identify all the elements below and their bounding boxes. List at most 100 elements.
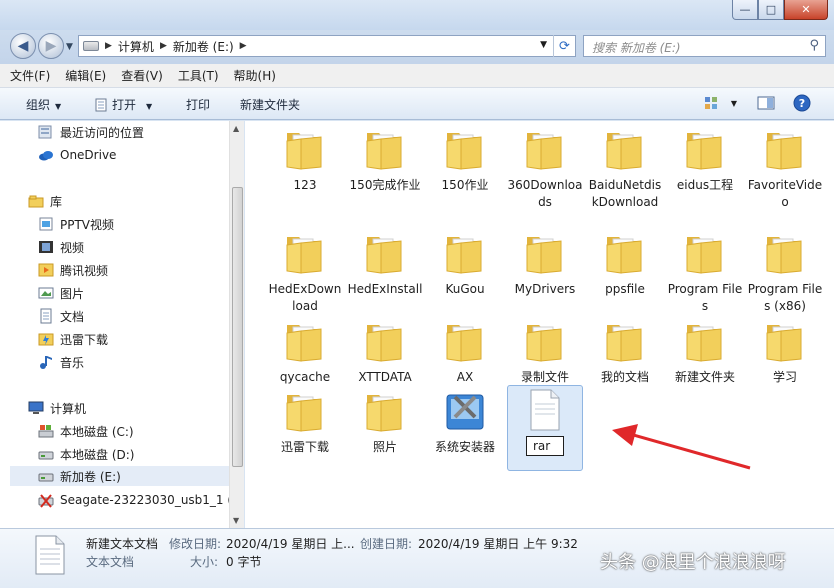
rename-input[interactable]: rar [526,436,564,456]
nav-item-libraries[interactable]: 库 [28,191,62,211]
menu-help[interactable]: 帮助(H) [234,67,276,84]
folder-item[interactable]: Program Files [667,229,743,315]
chevron-right-icon[interactable]: ▶ [240,41,247,51]
folder-item[interactable]: qycache [267,317,343,386]
folder-item[interactable]: 150作业 [427,125,503,194]
folder-item[interactable]: HedExDownload [267,229,343,315]
computer-icon [28,401,44,414]
folder-item[interactable]: 150完成作业 [347,125,423,194]
nav-item-recent-places[interactable]: 最近访问的位置 [38,122,144,142]
folder-item[interactable]: HedExInstall [347,229,423,298]
change-view-button[interactable] [702,94,722,112]
maximize-button[interactable]: □ [758,0,784,20]
chevron-right-icon[interactable]: ▶ [105,41,112,51]
folder-item[interactable]: 123 [267,125,343,194]
menu-tools[interactable]: 工具(T) [178,67,219,84]
folder-item[interactable]: 我的文档 [587,317,663,386]
scroll-up-icon[interactable]: ▲ [233,124,239,133]
nav-item-pictures[interactable]: 图片 [38,283,84,303]
close-button[interactable]: ✕ [784,0,828,20]
nav-item-pptv[interactable]: PPTV视频 [38,214,114,234]
system-drive-icon [38,425,54,438]
nav-item-drive-c[interactable]: 本地磁盘 (C:) [38,421,134,441]
menu-view[interactable]: 查看(V) [121,67,163,84]
folder-item[interactable]: 新建文件夹 [667,317,743,386]
folder-item[interactable]: Program Files (x86) [747,229,823,315]
folder-item[interactable]: 录制文件 [507,317,583,386]
nav-item-onedrive[interactable]: OneDrive [38,145,116,165]
folder-icon [521,125,569,173]
folder-icon [601,229,649,277]
print-button[interactable]: 打印 [186,96,210,113]
text-document-icon [35,535,65,575]
nav-item-thunder-downloads[interactable]: 迅雷下载 [38,329,108,349]
folder-item[interactable]: AX [427,317,503,386]
nav-item-drive-d[interactable]: 本地磁盘 (D:) [38,444,134,464]
folder-item[interactable]: 学习 [747,317,823,386]
details-created-value: 2020/4/19 星期日 上午 9:32 [418,537,578,551]
menu-edit[interactable]: 编辑(E) [65,67,106,84]
folder-item[interactable]: KuGou [427,229,503,298]
folder-icon [441,125,489,173]
folder-item[interactable]: 360Downloads [507,125,583,211]
recent-pages-dropdown[interactable]: ▼ [66,42,73,52]
refresh-icon: ⟳ [559,38,570,54]
address-bar[interactable]: ▶ 计算机 ▶ 新加卷 (E:) ▶ ▼ [78,35,576,57]
search-placeholder: 搜索 新加卷 (E:) [592,41,681,55]
refresh-button[interactable]: ⟳ [553,35,575,57]
folder-item[interactable]: BaiduNetdiskDownload [587,125,663,211]
command-bar: 组织 ▼ 打开 ▼ 打印 新建文件夹 ▼ ? [0,88,834,120]
nav-item-videos[interactable]: 视频 [38,237,84,257]
organize-button[interactable]: 组织 ▼ [26,96,61,113]
breadcrumb-drive-e[interactable]: 新加卷 (E:) [173,38,234,55]
breadcrumb-computer[interactable]: 计算机 [118,38,154,55]
navigation-pane: 最近访问的位置 OneDrive 库 PPTV视频 视频 腾讯视频 图片 文档 … [0,121,244,528]
text-file-item[interactable]: rar [507,385,583,471]
folder-icon [361,387,409,435]
file-name-label: BaiduNetdiskDownload [588,178,662,209]
file-name-label: 学习 [772,370,797,384]
search-icon[interactable]: ⚲ [809,38,819,53]
details-modified-label: 修改日期: [169,537,222,551]
nav-item-music[interactable]: 音乐 [38,352,84,372]
nav-item-seagate-network[interactable]: Seagate-23223030_usb1_1 (\\ [38,490,240,510]
menu-file[interactable]: 文件(F) [10,67,50,84]
folder-item[interactable]: eidus工程 [667,125,743,194]
nav-item-label: 计算机 [50,401,87,416]
nav-scrollbar[interactable]: ▲ ▼ [229,121,244,528]
nav-item-documents[interactable]: 文档 [38,306,84,326]
file-name-label: eidus工程 [676,178,734,192]
folder-item[interactable]: 照片 [347,387,423,456]
scrollbar-thumb[interactable] [232,187,243,467]
file-name-label: HedExDownload [268,282,342,313]
folder-icon [521,317,569,365]
scroll-down-icon[interactable]: ▼ [233,516,239,525]
minimize-button[interactable]: — [732,0,758,20]
preview-pane-button[interactable] [756,94,776,112]
file-name-label: 录制文件 [520,370,569,384]
folder-item[interactable]: XTTDATA [347,317,423,386]
recent-places-icon [38,125,52,139]
details-file-name: 新建文本文档 [86,537,159,551]
installer-item[interactable]: 系统安装器 [427,387,503,456]
folder-item[interactable]: FavoriteVideo [747,125,823,211]
search-input[interactable]: 搜索 新加卷 (E:) ⚲ [583,35,826,57]
help-button[interactable]: ? [792,94,812,112]
folder-item[interactable]: MyDrivers [507,229,583,298]
folder-item[interactable]: 迅雷下载 [267,387,343,456]
nav-item-label: PPTV视频 [60,217,115,232]
nav-item-drive-e[interactable]: 新加卷 (E:) [10,466,230,486]
nav-item-label: 迅雷下载 [60,332,109,347]
forward-button[interactable]: ▶ [38,33,64,59]
view-options-dropdown[interactable]: ▼ [724,94,744,112]
chevron-right-icon[interactable]: ▶ [160,41,167,51]
new-folder-button[interactable]: 新建文件夹 [240,96,300,113]
nav-item-label: 库 [50,194,63,209]
open-button[interactable]: 打开 ▼ [94,96,152,113]
back-button[interactable]: ◀ [10,33,36,59]
drive-icon [38,451,54,460]
folder-item[interactable]: ppsfile [587,229,663,298]
nav-item-computer[interactable]: 计算机 [28,398,86,418]
nav-item-tencent-video[interactable]: 腾讯视频 [38,260,108,280]
chevron-down-icon[interactable]: ▼ [540,40,547,50]
